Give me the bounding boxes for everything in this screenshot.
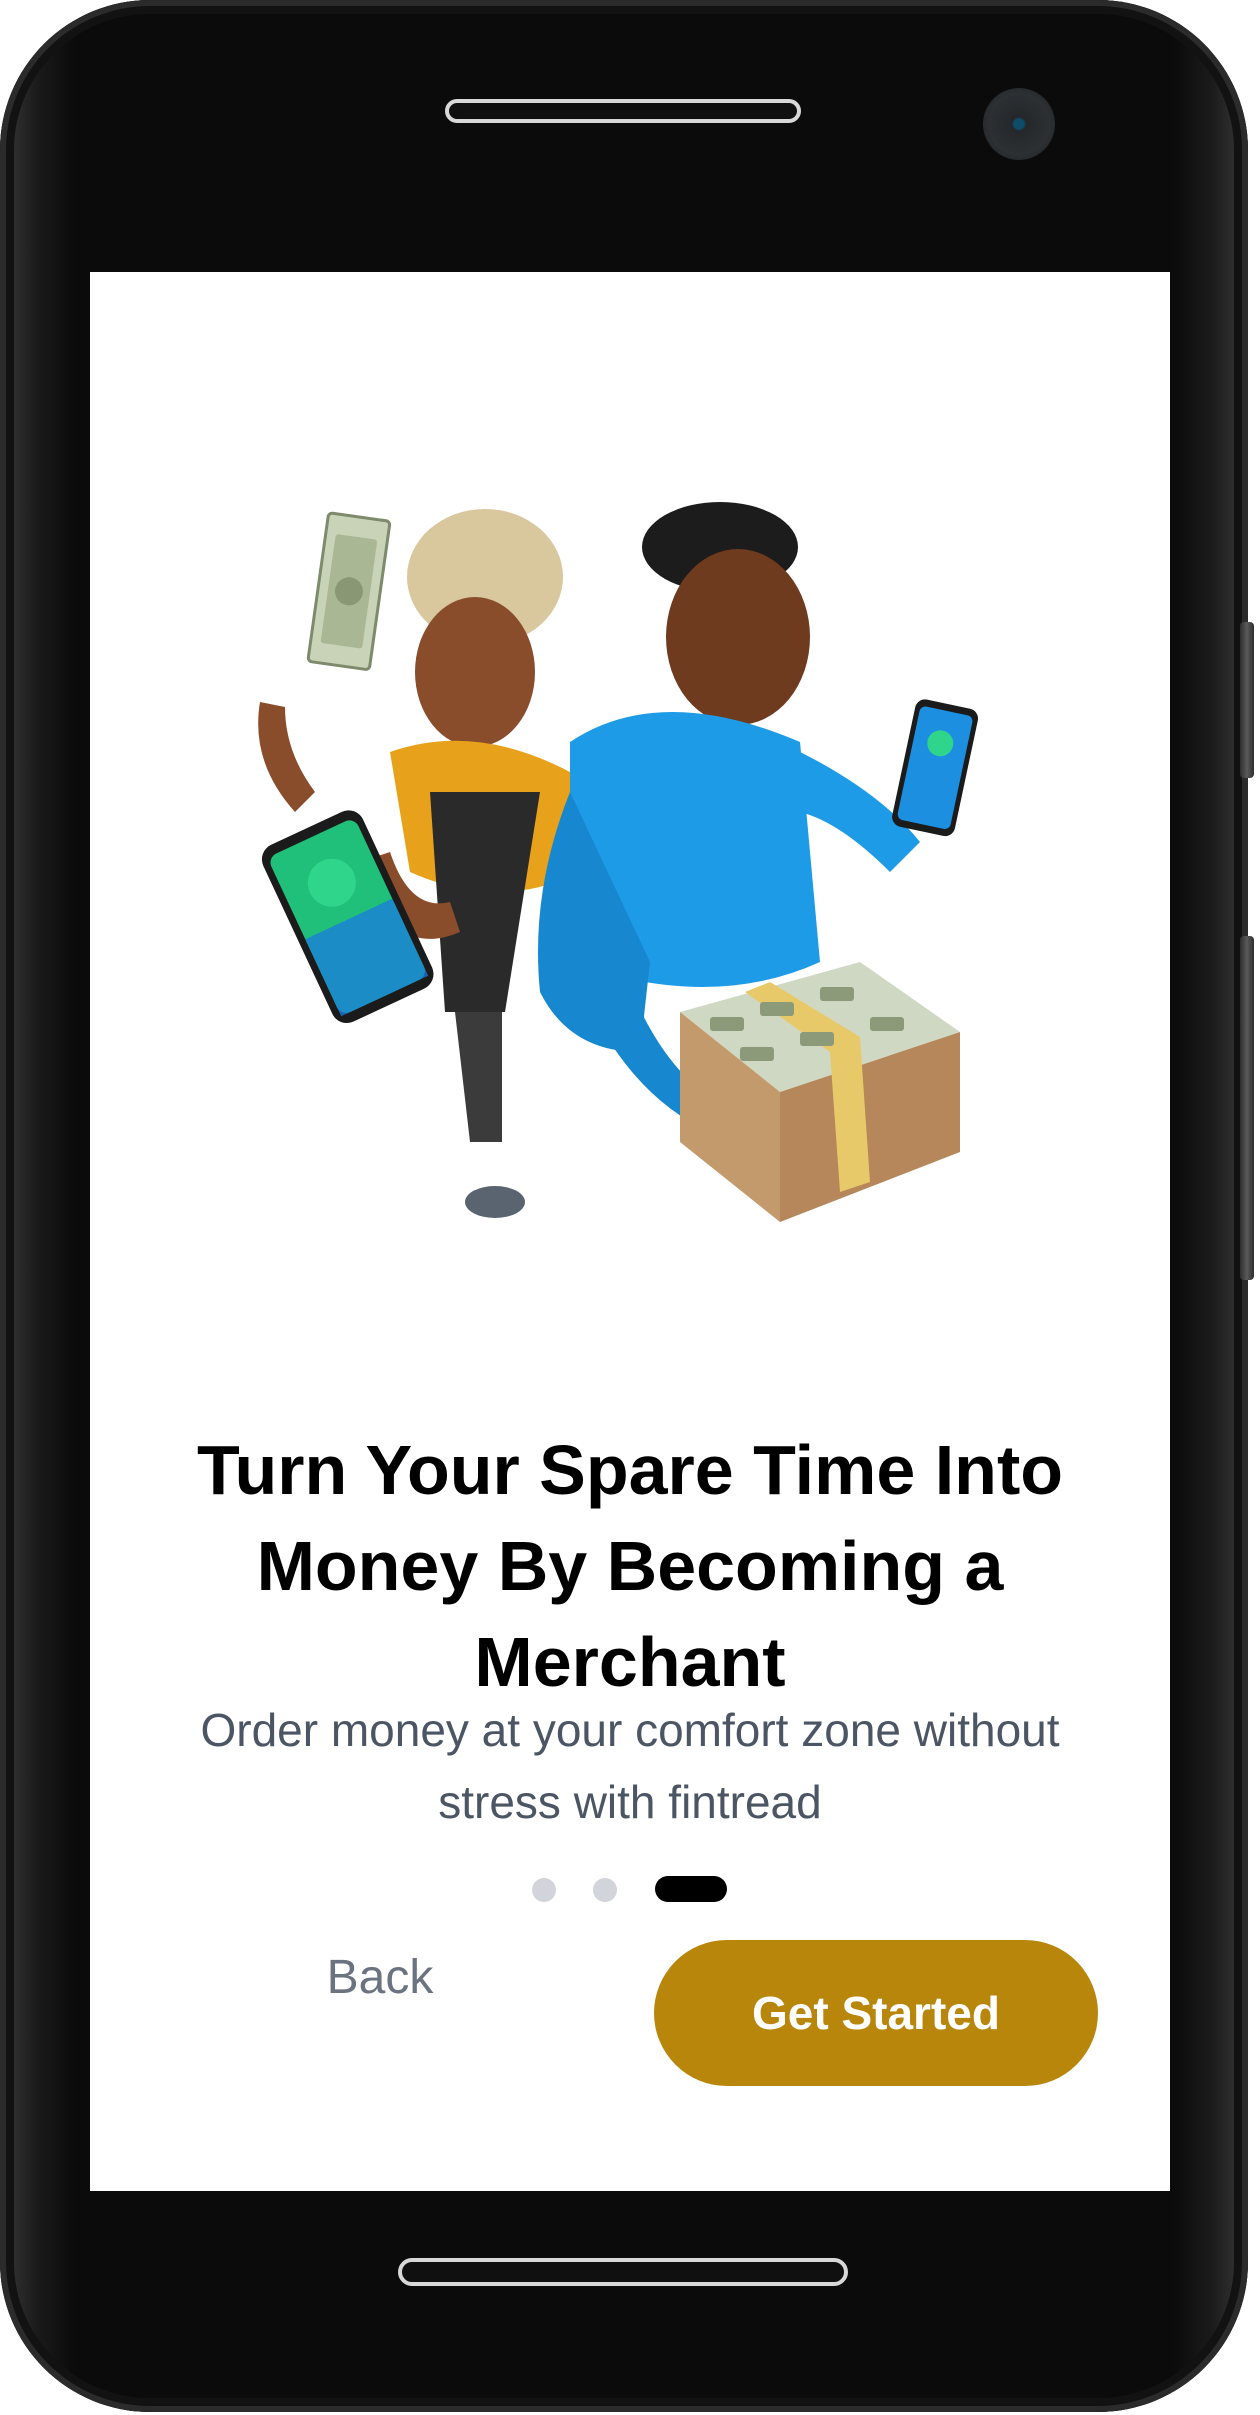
get-started-button[interactable]: Get Started — [654, 1940, 1098, 2086]
onboarding-subtitle: Order money at your comfort zone without… — [200, 1704, 1060, 1828]
volume-button — [1240, 622, 1254, 778]
pagination-dots — [90, 1876, 1170, 1904]
back-button[interactable]: Back — [270, 1942, 490, 2012]
banknote-icon — [306, 511, 392, 671]
page-dot-2[interactable] — [593, 1878, 617, 1902]
top-speaker — [445, 99, 801, 123]
money-box-icon — [680, 962, 960, 1222]
camera-icon — [983, 88, 1055, 160]
bottom-speaker — [398, 2258, 848, 2286]
merchants-illustration — [258, 502, 979, 1222]
page-dot-1[interactable] — [532, 1878, 556, 1902]
power-button — [1240, 936, 1254, 1280]
phone-icon — [892, 699, 979, 837]
page-dot-3-active[interactable] — [655, 1876, 727, 1902]
onboarding-title: Turn Your Spare Time Into Money By Becom… — [196, 1431, 1064, 1701]
phone-frame: Turn Your Spare Time Into Money By Becom… — [0, 0, 1254, 2412]
onboarding-screen: Turn Your Spare Time Into Money By Becom… — [90, 272, 1170, 2191]
